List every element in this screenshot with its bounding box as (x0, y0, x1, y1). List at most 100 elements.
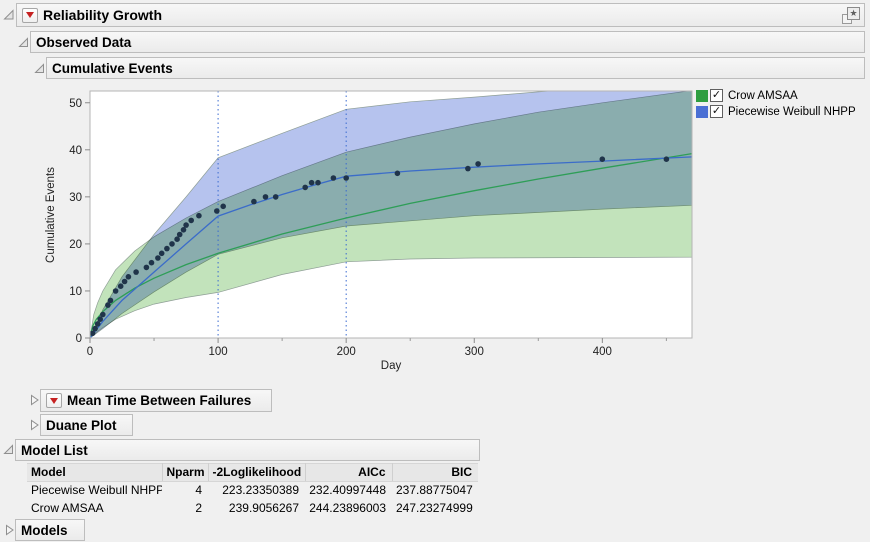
x-tick-label: 400 (593, 346, 612, 358)
table-row[interactable]: Piecewise Weibull NHPP4223.23350389232.4… (27, 482, 478, 500)
red-triangle-menu-button[interactable] (46, 393, 62, 408)
column-header-nparm: Nparm (162, 464, 208, 482)
observed-event-point[interactable] (263, 194, 269, 200)
section-label: Mean Time Between Failures (67, 393, 251, 408)
observed-event-point[interactable] (302, 185, 308, 191)
table-cell: 244.23896003 (305, 500, 392, 518)
disclosure-closed-icon[interactable] (4, 524, 15, 536)
section-observed-data[interactable]: Observed Data (30, 31, 865, 53)
disclosure-closed-icon[interactable] (29, 394, 40, 406)
table-cell: 4 (162, 482, 208, 500)
observed-event-point[interactable] (108, 298, 114, 304)
observed-event-point[interactable] (188, 218, 194, 224)
section-label: Model List (21, 443, 88, 458)
column-header-aicc: AICc (305, 464, 392, 482)
observed-event-point[interactable] (122, 279, 128, 285)
table-cell: 237.88775047 (392, 482, 478, 500)
observed-event-point[interactable] (159, 251, 165, 257)
section-models[interactable]: Models (15, 519, 85, 541)
observed-event-point[interactable] (183, 222, 189, 228)
column-header-model: Model (27, 464, 162, 482)
observed-event-point[interactable] (113, 288, 119, 294)
x-tick-label: 100 (208, 346, 227, 358)
y-tick-label: 50 (69, 98, 82, 110)
observed-event-point[interactable] (105, 302, 111, 308)
model-list-table: ModelNparm-2LoglikelihoodAICcBICPiecewis… (27, 463, 478, 518)
observed-event-point[interactable] (126, 274, 132, 280)
observed-event-point[interactable] (251, 199, 257, 205)
observed-event-point[interactable] (214, 208, 220, 214)
legend-checkbox[interactable]: ✓ (710, 89, 723, 102)
section-model-list[interactable]: Model List (15, 439, 480, 461)
star-icon: ★ (847, 7, 860, 20)
observed-event-point[interactable] (149, 260, 155, 266)
section-label: Cumulative Events (52, 61, 173, 76)
x-tick-label: 300 (465, 346, 484, 358)
observed-event-point[interactable] (164, 246, 170, 252)
y-tick-label: 10 (69, 286, 82, 298)
observed-event-point[interactable] (309, 180, 315, 186)
section-label: Models (21, 523, 68, 538)
observed-event-point[interactable] (220, 204, 226, 210)
disclosure-closed-icon[interactable] (29, 419, 40, 431)
observed-event-point[interactable] (664, 156, 670, 162)
observed-event-point[interactable] (181, 227, 187, 233)
table-row[interactable]: Crow AMSAA2239.9056267244.23896003247.23… (27, 500, 478, 518)
observed-event-point[interactable] (600, 156, 606, 162)
observed-event-point[interactable] (331, 175, 337, 181)
red-triangle-icon (50, 398, 58, 404)
observed-event-point[interactable] (155, 255, 161, 261)
table-cell: 2 (162, 500, 208, 518)
observed-event-point[interactable] (169, 241, 175, 247)
observed-event-point[interactable] (118, 283, 124, 289)
y-tick-label: 20 (69, 239, 82, 251)
report-title-bar[interactable]: Reliability Growth ★ (16, 3, 865, 27)
observed-event-point[interactable] (475, 161, 481, 167)
table-cell: Crow AMSAA (27, 500, 162, 518)
observed-event-point[interactable] (174, 236, 180, 242)
observed-event-point[interactable] (273, 194, 279, 200)
legend-color-swatch[interactable] (696, 106, 708, 118)
observed-event-point[interactable] (144, 265, 150, 271)
observed-event-point[interactable] (133, 269, 139, 275)
disclosure-open-icon[interactable] (18, 37, 29, 48)
section-duane-plot[interactable]: Duane Plot (40, 414, 133, 436)
observed-event-point[interactable] (100, 312, 106, 318)
observed-event-point[interactable] (395, 171, 401, 177)
observed-event-point[interactable] (92, 326, 98, 332)
red-triangle-icon (26, 12, 34, 18)
column-header-bic: BIC (392, 464, 478, 482)
legend-item: ✓Piecewise Weibull NHPP (696, 104, 856, 119)
section-mtbf[interactable]: Mean Time Between Failures (40, 389, 272, 412)
legend-checkbox[interactable]: ✓ (710, 105, 723, 118)
x-axis-label: Day (381, 360, 402, 372)
observed-event-point[interactable] (465, 166, 471, 172)
section-cumulative-events[interactable]: Cumulative Events (46, 57, 865, 79)
table-header-row: ModelNparm-2LoglikelihoodAICcBIC (27, 464, 478, 482)
disclosure-open-icon[interactable] (3, 9, 15, 21)
observed-event-point[interactable] (177, 232, 183, 238)
observed-event-point[interactable] (315, 180, 321, 186)
layered-window-star-icon[interactable]: ★ (841, 7, 860, 25)
y-axis-label: Cumulative Events (45, 167, 57, 263)
cumulative-events-plot[interactable]: 010020030040001020304050DayCumulative Ev… (40, 85, 700, 380)
observed-event-point[interactable] (97, 316, 103, 322)
section-label: Duane Plot (46, 418, 117, 433)
y-tick-label: 40 (69, 145, 82, 157)
legend-color-swatch[interactable] (696, 90, 708, 102)
plot-legend: ✓Crow AMSAA✓Piecewise Weibull NHPP (696, 88, 856, 120)
legend-label: Piecewise Weibull NHPP (723, 106, 856, 118)
red-triangle-menu-button[interactable] (22, 8, 38, 23)
table-cell: Piecewise Weibull NHPP (27, 482, 162, 500)
legend-label: Crow AMSAA (723, 90, 798, 102)
legend-item: ✓Crow AMSAA (696, 88, 856, 103)
x-tick-label: 0 (87, 346, 93, 358)
y-tick-label: 0 (76, 333, 82, 345)
column-header-2loglikelihood: -2Loglikelihood (208, 464, 305, 482)
observed-event-point[interactable] (343, 175, 349, 181)
observed-event-point[interactable] (196, 213, 202, 219)
disclosure-open-icon[interactable] (34, 63, 45, 74)
table-cell: 232.40997448 (305, 482, 392, 500)
section-label: Observed Data (36, 35, 131, 50)
disclosure-open-icon[interactable] (3, 444, 14, 455)
